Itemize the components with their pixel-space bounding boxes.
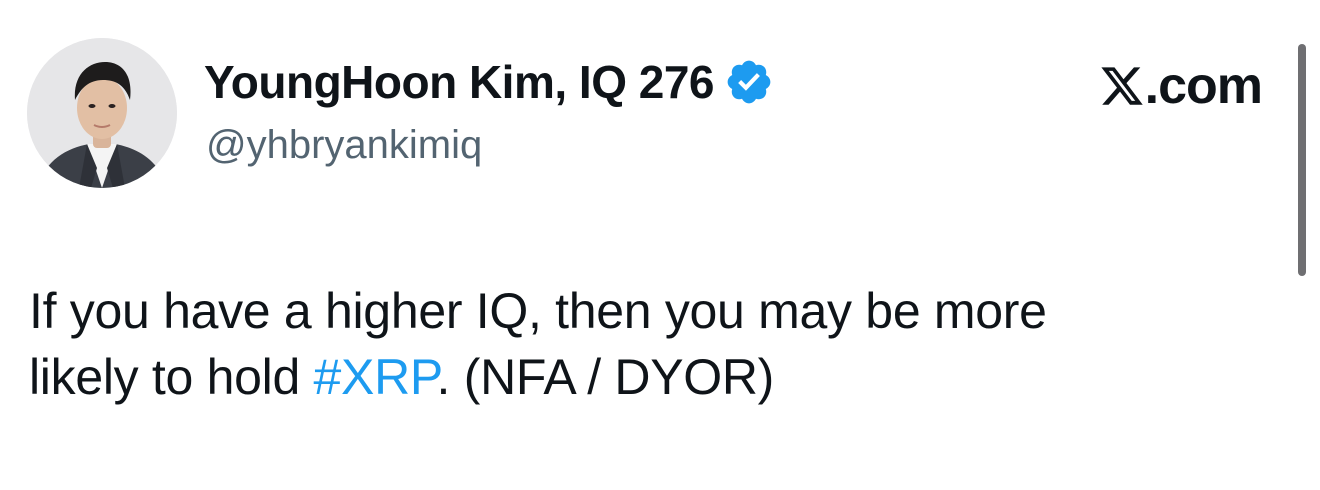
tweet-line-2: likely to hold #XRP. (NFA / DYOR) [29, 344, 1229, 410]
avatar[interactable] [27, 38, 177, 188]
tweet-line-1: If you have a higher IQ, then you may be… [29, 283, 1047, 339]
brand-domain: .com [1144, 57, 1263, 115]
display-name[interactable]: YoungHoon Kim, IQ 276 [204, 54, 715, 110]
author-name-row[interactable]: YoungHoon Kim, IQ 276 [204, 54, 774, 110]
tweet-card: YoungHoon Kim, IQ 276 @yhbryankimiq .com… [0, 0, 1320, 490]
tweet-line-2-start: likely to hold [29, 349, 314, 405]
hashtag-link[interactable]: #XRP [314, 349, 437, 405]
verified-badge-icon [724, 57, 774, 107]
avatar-photo [27, 38, 177, 188]
tweet-text: If you have a higher IQ, then you may be… [29, 278, 1229, 410]
tweet-line-2-end: . (NFA / DYOR) [436, 349, 775, 405]
x-logo-icon [1101, 67, 1143, 105]
x-com-brand: .com [1099, 56, 1263, 116]
author-handle[interactable]: @yhbryankimiq [206, 120, 482, 170]
scrollbar[interactable] [1298, 44, 1306, 276]
